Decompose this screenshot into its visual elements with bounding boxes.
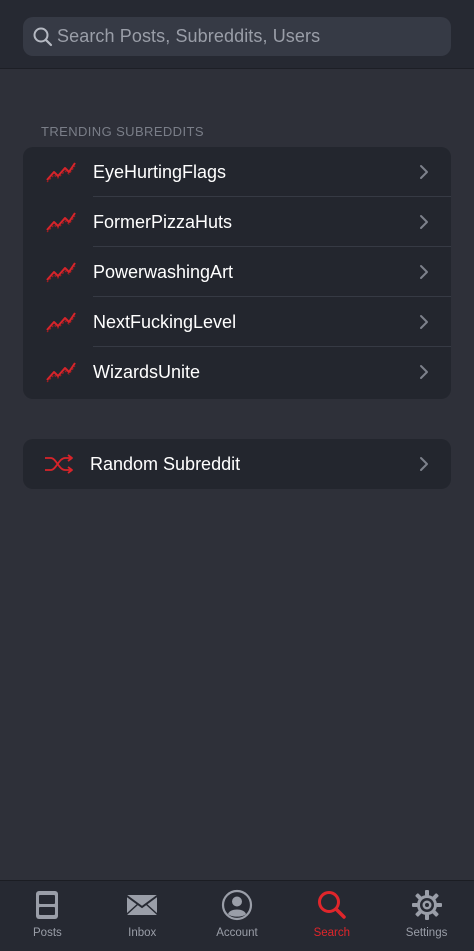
search-icon xyxy=(317,891,346,919)
tab-label: Inbox xyxy=(128,927,157,939)
tab-posts[interactable]: Posts xyxy=(0,881,95,951)
trending-icon xyxy=(46,162,76,183)
shuffle-icon xyxy=(45,454,73,474)
envelope-icon xyxy=(126,895,158,915)
tab-label: Search xyxy=(313,927,350,939)
list-item[interactable]: PowerwashingArt xyxy=(23,247,451,297)
account-icon xyxy=(221,889,253,921)
search-icon xyxy=(33,27,53,46)
gear-icon xyxy=(411,890,442,920)
tab-label: Settings xyxy=(405,927,448,939)
tab-search[interactable]: Search xyxy=(284,881,379,951)
trending-subreddits-list: EyeHurtingFlags FormerPizzaHuts Powerwas… xyxy=(23,147,451,399)
subreddit-name: NextFuckingLevel xyxy=(93,311,237,332)
search-input[interactable]: Search Posts, Subreddits, Users xyxy=(23,17,451,56)
tab-label: Posts xyxy=(33,927,62,939)
trending-icon xyxy=(46,212,76,233)
tab-settings[interactable]: Settings xyxy=(379,881,474,951)
list-item[interactable]: EyeHurtingFlags xyxy=(23,147,451,197)
header-bar: Search Posts, Subreddits, Users xyxy=(0,0,474,69)
trending-icon xyxy=(46,312,76,333)
chevron-right-icon xyxy=(420,365,428,379)
chevron-right-icon xyxy=(420,315,428,329)
subreddit-name: PowerwashingArt xyxy=(93,261,234,282)
tab-inbox[interactable]: Inbox xyxy=(95,881,190,951)
trending-icon xyxy=(46,262,76,283)
list-item[interactable]: WizardsUnite xyxy=(23,347,451,397)
tab-account[interactable]: Account xyxy=(190,881,285,951)
posts-icon xyxy=(36,891,59,919)
list-item[interactable]: NextFuckingLevel xyxy=(23,297,451,347)
tab-label: Account xyxy=(216,927,258,939)
trending-subreddits-header: TRENDING SUBREDDITS xyxy=(41,124,204,139)
subreddit-name: EyeHurtingFlags xyxy=(93,161,227,182)
chevron-right-icon xyxy=(420,265,428,279)
search-placeholder: Search Posts, Subreddits, Users xyxy=(57,26,321,46)
subreddit-name: WizardsUnite xyxy=(93,361,201,382)
random-subreddit-card: Random Subreddit xyxy=(23,439,451,489)
list-item[interactable]: FormerPizzaHuts xyxy=(23,197,451,247)
subreddit-name: FormerPizzaHuts xyxy=(93,211,233,232)
random-subreddit-button[interactable]: Random Subreddit xyxy=(23,439,451,489)
random-subreddit-label: Random Subreddit xyxy=(90,453,241,474)
chevron-right-icon xyxy=(420,165,428,179)
chevron-right-icon xyxy=(420,457,428,471)
chevron-right-icon xyxy=(420,215,428,229)
tab-bar: Posts Inbox Account Search Settings xyxy=(0,880,474,951)
trending-icon xyxy=(46,362,76,383)
